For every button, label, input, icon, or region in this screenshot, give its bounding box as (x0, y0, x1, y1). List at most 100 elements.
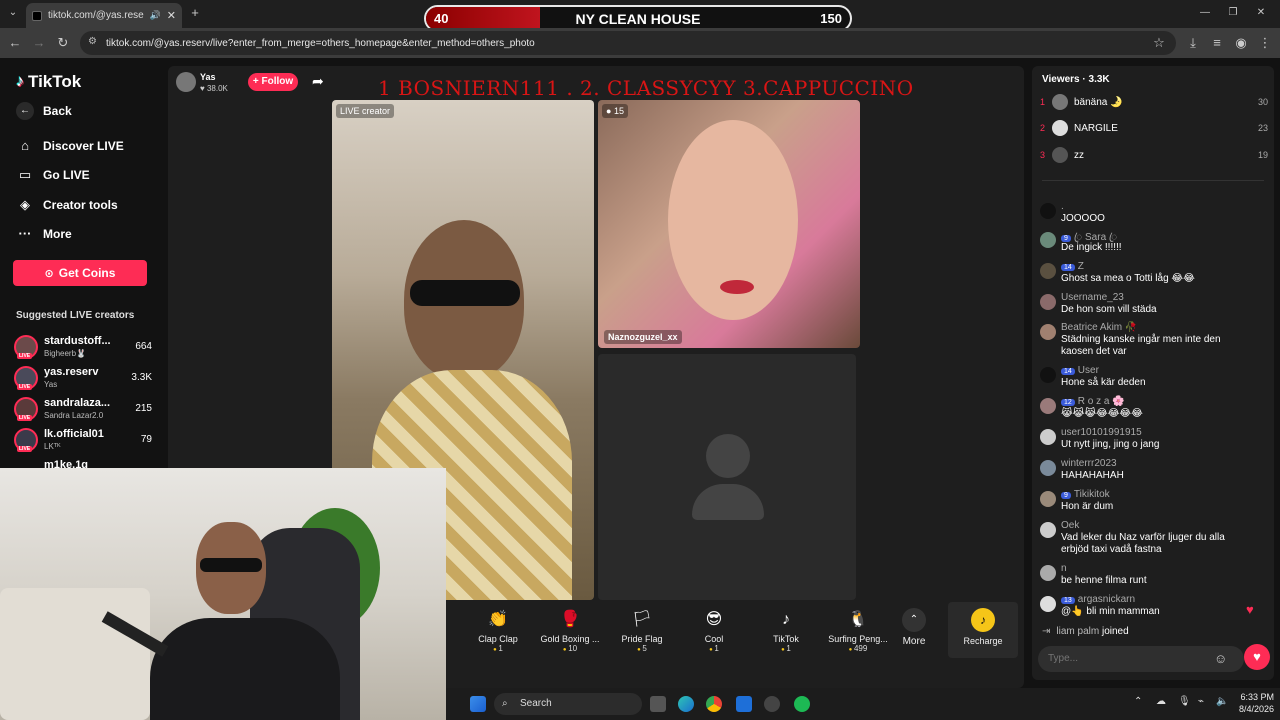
new-tab-icon[interactable]: + (186, 4, 204, 22)
recharge-button[interactable]: ♪ Recharge (948, 602, 1018, 658)
creator-subtitle: Yas (44, 380, 58, 389)
speaker-icon[interactable]: 🔊 (150, 10, 161, 21)
task-view-icon[interactable] (650, 696, 666, 712)
chat-user: winterrr2023 (1061, 458, 1117, 469)
viewers-count[interactable]: Viewers · 3.3K (1042, 74, 1110, 85)
avatar (1040, 294, 1056, 310)
creator-subtitle: Sandra Lazar2.0 (44, 411, 104, 420)
avatar (1040, 324, 1056, 340)
live-creator-label: LIVE creator (336, 104, 395, 118)
chat-text: JOOOOO (1061, 213, 1105, 224)
nav-more[interactable]: ··· More (16, 226, 72, 241)
viewer-score: 19 (1257, 150, 1268, 160)
tab-title: tiktok.com/@yas.reserv/live (48, 10, 144, 21)
tab-list-icon[interactable]: ⌄ (4, 4, 22, 22)
boxing-glove-icon: 🥊 (560, 611, 580, 628)
gift-more-button[interactable]: ⌃ More (884, 602, 944, 647)
volume-icon[interactable]: 🔈 (1216, 696, 1228, 707)
share-icon[interactable]: ➦ (312, 73, 324, 90)
profile-icon[interactable]: ◉ (1232, 34, 1250, 52)
emoji-icon[interactable]: ☺ (1214, 651, 1227, 666)
nav-discover-live[interactable]: ⌂ Discover LIVE (16, 138, 124, 153)
chat-user: Oek (1061, 520, 1080, 531)
nav-go-live[interactable]: ▭ Go LIVE (16, 167, 90, 183)
suggested-creator[interactable]: LIVE sandralaza... Sandra Lazar2.0 215 (14, 395, 152, 423)
suggested-creator[interactable]: LIVE lk.official01 LKᵀᴷ 79 (14, 426, 152, 454)
edge-icon[interactable] (678, 696, 694, 712)
chrome-icon[interactable] (706, 696, 722, 712)
window-close-icon[interactable]: ✕ (1252, 4, 1270, 22)
guest-lips (720, 280, 754, 294)
avatar (1040, 565, 1056, 581)
guest-video[interactable]: ● 15 Naznozguzel_xx (598, 100, 860, 348)
top-viewer[interactable]: 3 zz 19 (1040, 145, 1268, 165)
rank: 3 (1040, 150, 1046, 160)
mail-icon[interactable] (736, 696, 752, 712)
gift-item[interactable]: 🥊 Gold Boxing ... 10 (530, 602, 610, 653)
divider (1042, 180, 1264, 181)
avatar (1040, 460, 1056, 476)
like-button[interactable]: ♥ (1244, 644, 1270, 670)
gift-item[interactable]: 👏 Clap Clap 1 (458, 602, 538, 653)
join-notice: ⇥ liam palm joined (1042, 626, 1129, 637)
back-button[interactable]: ← Back (16, 102, 72, 120)
taskbar-search[interactable]: ⌕ Search (494, 693, 642, 715)
tiktok-favicon-icon (32, 10, 42, 21)
gift-item[interactable]: 😎 Cool 1 (674, 602, 754, 653)
tray-chevron-icon[interactable]: ⌃ (1134, 696, 1142, 707)
windows-start-icon[interactable] (470, 696, 486, 712)
url-field[interactable]: ⚙ tiktok.com/@yas.reserv/live?enter_from… (80, 31, 1176, 55)
spotify-icon[interactable] (794, 696, 810, 712)
cloud-icon[interactable]: ☁ (1156, 696, 1166, 707)
site-info-icon[interactable]: ⚙ (88, 36, 97, 47)
minimize-icon[interactable]: — (1196, 4, 1214, 22)
gift-item[interactable]: 🏳 Pride Flag 5 (602, 602, 682, 653)
nav-label: Go LIVE (43, 168, 90, 182)
gift-name: TikTok (773, 634, 799, 644)
more-label: More (902, 636, 926, 647)
creator-viewers: 79 (140, 434, 152, 445)
top-viewer[interactable]: 1 bänäna 🌛 30 (1040, 92, 1268, 112)
browser-tab[interactable]: tiktok.com/@yas.reserv/live 🔊 ✕ (26, 3, 182, 28)
back-arrow-icon[interactable]: ← (6, 34, 24, 52)
menu-icon[interactable]: ⋮ (1256, 34, 1274, 52)
level-badge: 13 (1061, 597, 1075, 604)
live-badge: LIVE (17, 353, 33, 359)
network-icon[interactable]: ⌁ (1198, 696, 1204, 707)
top-viewer[interactable]: 2 NARGILE 23 (1040, 118, 1268, 138)
download-icon[interactable]: ⤓ (1184, 34, 1202, 52)
tiktok-logo[interactable]: ♪ TikTok (16, 72, 81, 92)
search-icon: ⌕ (502, 698, 508, 709)
heart-icon: ♥ (1253, 649, 1261, 664)
chat-text: HAHAHAHAH (1061, 470, 1124, 481)
get-coins-button[interactable]: ⊙ Get Coins (13, 260, 147, 286)
reload-icon[interactable]: ↻ (54, 34, 72, 52)
avatar (1052, 147, 1068, 163)
media-control-icon[interactable]: ≡ (1208, 34, 1226, 52)
forward-arrow-icon[interactable]: → (30, 34, 48, 52)
suggested-creator[interactable]: LIVE stardustoff... Bigheerb🐰 664 (14, 333, 152, 361)
gift-item[interactable]: ♪ TikTok 1 (746, 602, 826, 653)
follow-button[interactable]: + Follow (248, 73, 298, 91)
heart-icon[interactable]: ♥ (1246, 602, 1254, 617)
tiktok-note-icon: ♪ (16, 73, 24, 90)
empty-guest-slot[interactable] (598, 354, 856, 600)
app-icon[interactable] (764, 696, 780, 712)
level-badge: 9 (1061, 492, 1071, 499)
host-bar: Yas ♥ 38.0K + Follow ➦ (176, 72, 336, 96)
creator-viewers: 215 (135, 403, 152, 414)
tab-close-icon[interactable]: ✕ (167, 9, 176, 22)
suggested-creator[interactable]: LIVE yas.reserv Yas 3.3K (14, 364, 152, 392)
avatar (1040, 263, 1056, 279)
maximize-icon[interactable]: ❐ (1224, 4, 1242, 22)
clock-date[interactable]: 8/4/2026 (1228, 704, 1274, 714)
clock-time[interactable]: 6:33 PM (1228, 692, 1274, 702)
host-avatar[interactable] (176, 72, 196, 92)
avatar (1040, 429, 1056, 445)
nav-creator-tools[interactable]: ◈ Creator tools (16, 197, 118, 213)
mic-icon[interactable]: 🎙 (1178, 696, 1191, 707)
host-likes-value: 38.0K (206, 84, 228, 93)
bookmark-star-icon[interactable]: ☆ (1150, 34, 1168, 52)
back-circle-icon: ← (16, 102, 34, 120)
placeholder-body-icon (692, 484, 764, 520)
